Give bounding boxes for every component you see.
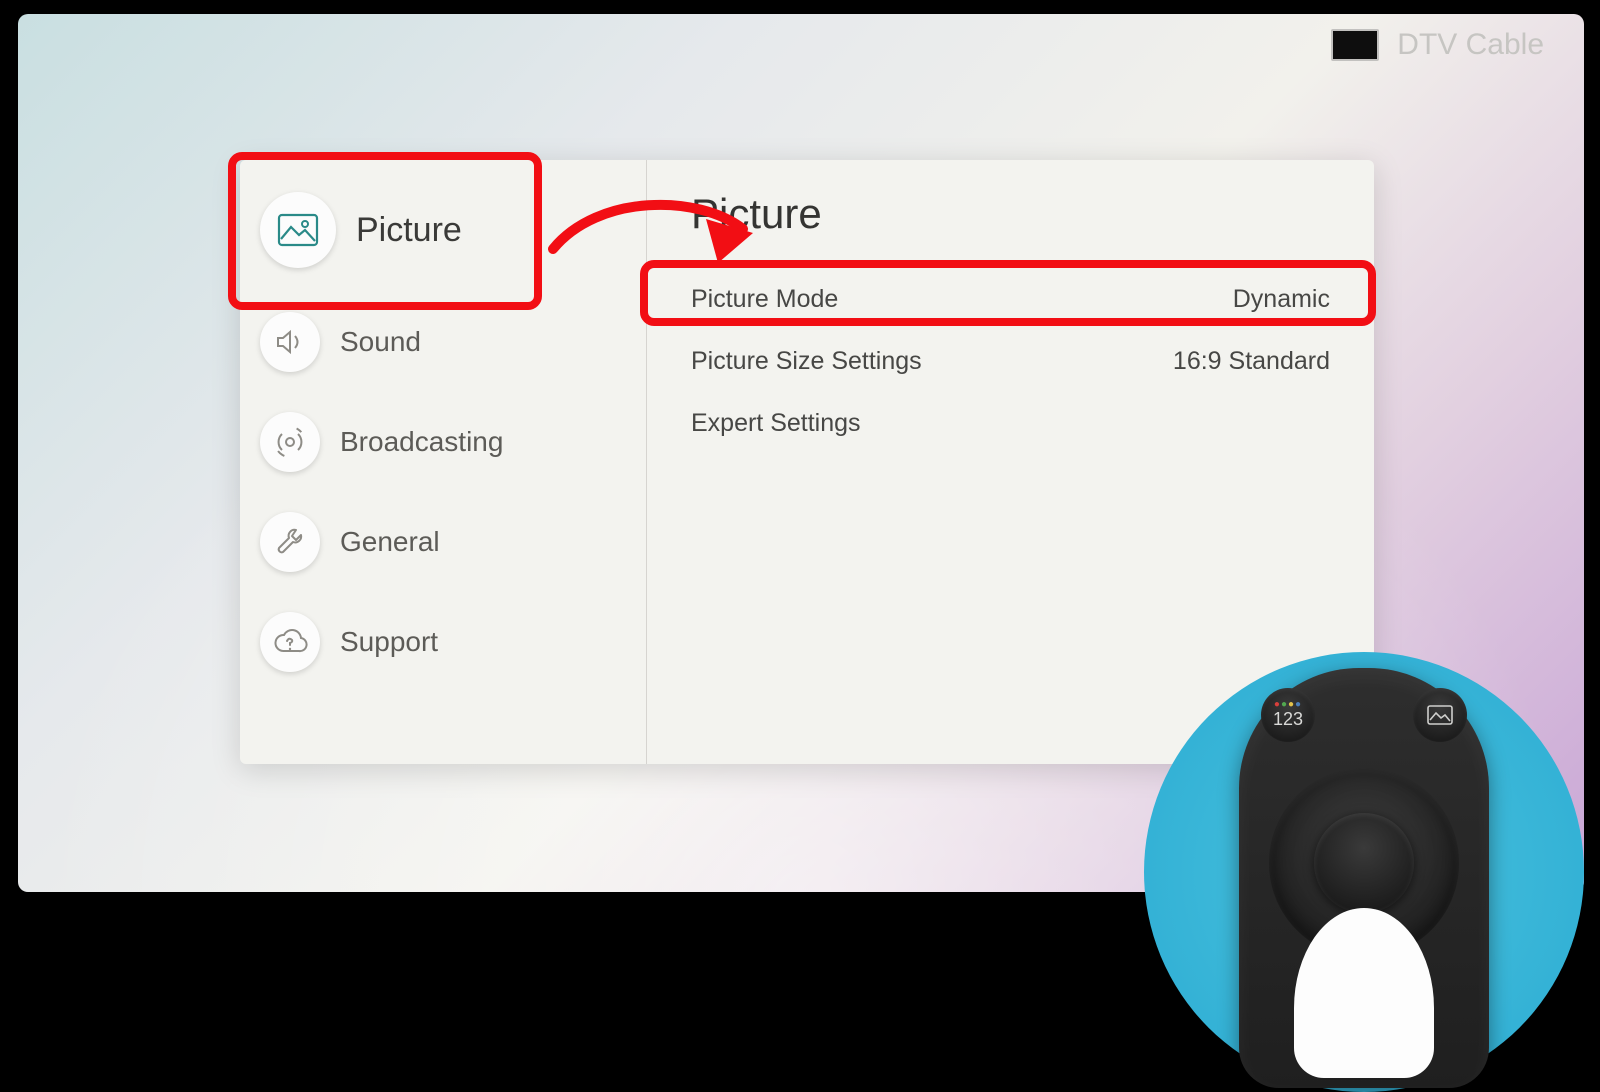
sidebar-item-label: Support bbox=[340, 626, 438, 658]
sidebar-item-label: Broadcasting bbox=[340, 426, 503, 458]
sound-icon bbox=[260, 312, 320, 372]
settings-sidebar: Picture Sound bbox=[240, 160, 647, 764]
sidebar-item-sound[interactable]: Sound bbox=[240, 292, 646, 392]
content-title: Picture bbox=[691, 190, 1330, 238]
row-label: Picture Size Settings bbox=[691, 347, 922, 376]
picture-icon bbox=[260, 192, 336, 268]
row-picture-mode[interactable]: Picture Mode Dynamic bbox=[691, 268, 1330, 330]
remote-illustration: ●●●● 123 bbox=[1144, 652, 1584, 1092]
row-label: Picture Mode bbox=[691, 285, 838, 314]
sidebar-item-label: Picture bbox=[356, 211, 462, 250]
row-expert-settings[interactable]: Expert Settings bbox=[691, 392, 1330, 454]
remote-dpad-ring[interactable] bbox=[1269, 768, 1459, 958]
remote-body: ●●●● 123 bbox=[1239, 668, 1489, 1088]
remote-ok-button[interactable] bbox=[1314, 813, 1414, 913]
row-label: Expert Settings bbox=[691, 409, 861, 438]
cloud-help-icon bbox=[260, 612, 320, 672]
wrench-icon bbox=[260, 512, 320, 572]
remote-extra-button[interactable] bbox=[1413, 688, 1467, 742]
color-dots-icon: ●●●● bbox=[1274, 701, 1302, 709]
tv-screen: DTV Cable Picture bbox=[18, 14, 1584, 892]
sidebar-item-label: General bbox=[340, 526, 440, 558]
picture-small-icon bbox=[1427, 705, 1453, 725]
sidebar-item-picture[interactable]: Picture bbox=[240, 168, 646, 292]
row-value: 16:9 Standard bbox=[1173, 347, 1330, 376]
tv-source-icon bbox=[1331, 29, 1379, 61]
broadcast-icon bbox=[260, 412, 320, 472]
settings-panel: Picture Sound bbox=[240, 160, 1374, 764]
row-picture-size[interactable]: Picture Size Settings 16:9 Standard bbox=[691, 330, 1330, 392]
settings-content: Picture Picture Mode Dynamic Picture Siz… bbox=[647, 160, 1374, 764]
remote-keypad-button[interactable]: ●●●● 123 bbox=[1261, 688, 1315, 742]
sidebar-item-support[interactable]: Support bbox=[240, 592, 646, 692]
sidebar-item-general[interactable]: General bbox=[240, 492, 646, 592]
row-value: Dynamic bbox=[1233, 285, 1330, 314]
remote-keypad-label: 123 bbox=[1273, 709, 1303, 729]
sidebar-item-broadcasting[interactable]: Broadcasting bbox=[240, 392, 646, 492]
status-bar: DTV Cable bbox=[1331, 28, 1544, 62]
source-label: DTV Cable bbox=[1397, 28, 1544, 62]
sidebar-item-label: Sound bbox=[340, 326, 421, 358]
thumb-illustration bbox=[1294, 908, 1434, 1078]
